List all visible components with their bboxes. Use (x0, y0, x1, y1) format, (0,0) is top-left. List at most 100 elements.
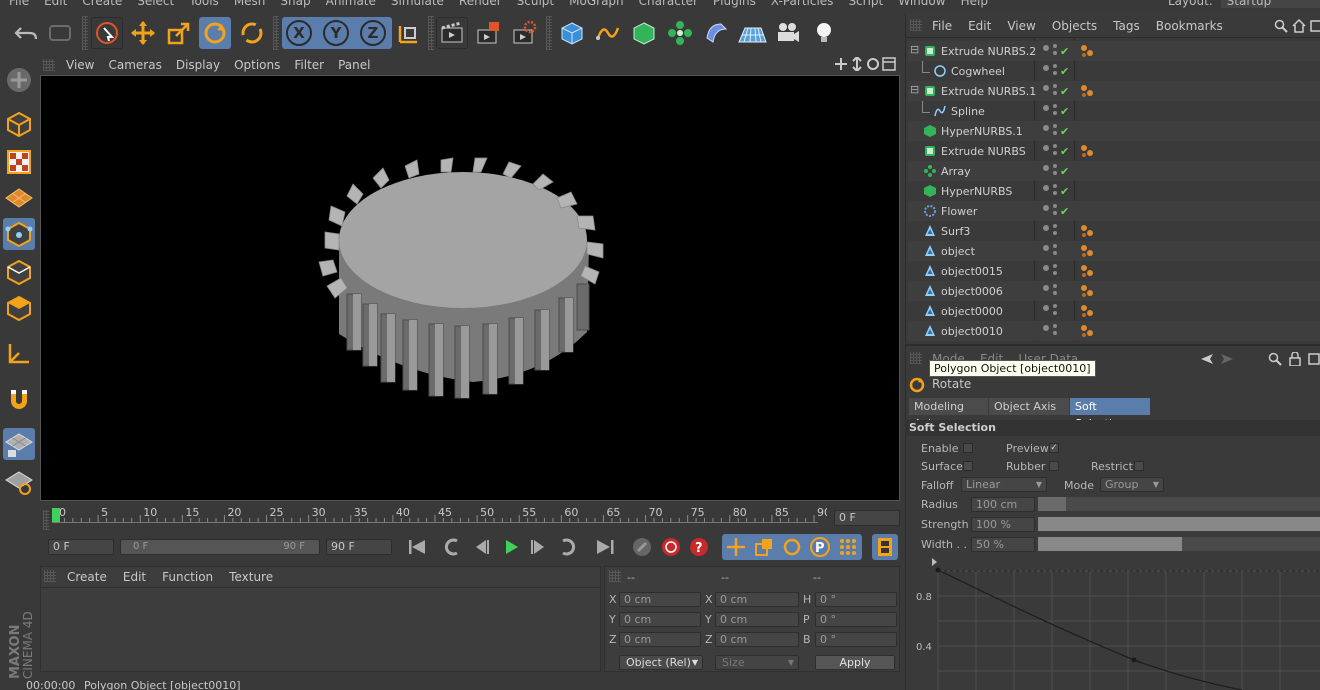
add-mograph-button[interactable] (664, 17, 696, 49)
object-name[interactable]: Extrude NURBS.2 (941, 45, 1036, 58)
forward-arrow-icon[interactable] (1220, 352, 1234, 366)
editor-visibility-dot[interactable] (1043, 225, 1049, 231)
width-slider[interactable] (1038, 537, 1320, 551)
enable-checkbox[interactable] (963, 443, 973, 453)
render-visibility-dot[interactable] (1053, 204, 1057, 208)
render-visibility-dot[interactable] (1053, 71, 1057, 75)
expand-toggle-icon[interactable]: ⊟ (910, 83, 919, 96)
phong-tag-icon[interactable] (1080, 264, 1094, 278)
timeline-ruler[interactable]: 0 5 10 15 20 25 30 35 40 45 50 55 60 65 70 75 80 85 90 (52, 506, 831, 528)
render-visibility-dot[interactable] (1053, 111, 1057, 115)
object-row[interactable]: object0006 (908, 281, 1320, 301)
planar-workplane-button[interactable] (3, 466, 35, 498)
coord-position-field[interactable]: 0 cm (619, 592, 701, 607)
render-visibility-dot[interactable] (1053, 291, 1057, 295)
render-visibility-dot[interactable] (1053, 144, 1057, 148)
om-more-icon[interactable] (1310, 19, 1320, 33)
menu-mograph[interactable]: MoGraph (569, 0, 624, 8)
render-visibility-dot[interactable] (1053, 264, 1057, 268)
axis-mode-button[interactable] (3, 338, 35, 370)
radius-field[interactable]: 100 cm (971, 497, 1035, 512)
rubber-checkbox[interactable] (1049, 461, 1059, 471)
redo-button[interactable] (44, 17, 76, 49)
start-frame-field[interactable]: 0 F (48, 539, 114, 555)
editor-visibility-dot[interactable] (1043, 145, 1049, 151)
menu-mesh[interactable]: Mesh (234, 0, 266, 8)
radius-slider[interactable] (1038, 497, 1320, 511)
phong-tag-icon[interactable] (1080, 304, 1094, 318)
coord-rotation-field[interactable]: 0 ° (815, 612, 897, 627)
om-menu-view[interactable]: View (1007, 19, 1035, 33)
editor-visibility-dot[interactable] (1043, 65, 1049, 71)
layout-selector[interactable]: Layout: Startup (1168, 0, 1320, 8)
object-name[interactable]: HyperNURBS (941, 185, 1012, 198)
workplane-lock-button[interactable] (3, 428, 35, 460)
preview-range-slider[interactable]: 0 F 90 F (120, 539, 320, 555)
parameter-track-button[interactable]: P (807, 534, 833, 560)
material-menu-texture[interactable]: Texture (229, 570, 273, 584)
editor-visibility-dot[interactable] (1043, 325, 1049, 331)
undo-button[interactable] (10, 17, 42, 49)
restrict-checkbox[interactable] (1134, 461, 1144, 471)
phong-tag-icon[interactable] (1080, 144, 1094, 158)
coord-position-field[interactable]: 0 cm (619, 612, 701, 627)
menu-snap[interactable]: Snap (280, 0, 310, 8)
menu-x-particles[interactable]: X-Particles (771, 0, 834, 8)
object-row[interactable]: object0000 (908, 301, 1320, 321)
viewport-menu-options[interactable]: Options (234, 58, 280, 72)
object-name[interactable]: Extrude NURBS (941, 145, 1026, 158)
search-icon[interactable] (1268, 352, 1282, 366)
scale-tool-button[interactable] (163, 17, 195, 49)
render-visibility-dot[interactable] (1053, 304, 1057, 308)
x-axis-lock-button[interactable]: X (283, 17, 315, 49)
menu-help[interactable]: Help (961, 0, 988, 8)
coord-rotation-field[interactable]: 0 ° (815, 632, 897, 647)
render-visibility-dot[interactable] (1053, 331, 1057, 335)
render-picture-viewer-button[interactable] (472, 17, 504, 49)
render-visibility-dot[interactable] (1053, 91, 1057, 95)
object-name[interactable]: Extrude NURBS.1 (941, 85, 1036, 98)
coord-size-field[interactable]: 0 cm (715, 612, 799, 627)
add-floor-button[interactable] (736, 17, 768, 49)
editor-visibility-dot[interactable] (1043, 305, 1049, 311)
end-frame-field[interactable]: 90 F (326, 539, 392, 555)
object-row[interactable]: HyperNURBS ✔ (908, 181, 1320, 201)
tab-modeling-axis[interactable]: Modeling Axis (909, 398, 988, 430)
object-name[interactable]: HyperNURBS.1 (941, 125, 1023, 138)
render-visibility-dot[interactable] (1053, 124, 1057, 128)
object-row[interactable]: Surf3 (908, 221, 1320, 241)
render-visibility-dot[interactable] (1053, 211, 1057, 215)
current-frame-field[interactable]: 0 F (834, 510, 900, 526)
curve-knot-start[interactable] (935, 567, 941, 573)
add-deformer-button[interactable] (700, 17, 732, 49)
polygons-mode-button[interactable] (3, 292, 35, 324)
phong-tag-icon[interactable] (1080, 244, 1094, 258)
editor-visibility-dot[interactable] (1043, 265, 1049, 271)
object-name[interactable]: object0006 (941, 285, 1003, 298)
om-home-icon[interactable] (1292, 18, 1306, 33)
next-key-button[interactable] (554, 534, 580, 560)
enabled-check-icon[interactable]: ✔ (1060, 65, 1069, 78)
enabled-check-icon[interactable]: ✔ (1060, 105, 1069, 118)
playhead[interactable] (52, 508, 60, 522)
render-visibility-dot[interactable] (1053, 311, 1057, 315)
om-search-icon[interactable] (1274, 19, 1288, 33)
maximize-view-icon[interactable] (882, 57, 896, 71)
timeline-window-button[interactable] (872, 534, 898, 560)
curve-knot-mid[interactable] (1131, 657, 1137, 663)
editor-visibility-dot[interactable] (1043, 85, 1049, 91)
render-visibility-dot[interactable] (1053, 44, 1057, 48)
point-level-track-button[interactable] (835, 534, 861, 560)
add-light-button[interactable] (808, 17, 840, 49)
editor-visibility-dot[interactable] (1043, 45, 1049, 51)
workplane-mode-button[interactable] (3, 182, 35, 214)
om-menu-tags[interactable]: Tags (1113, 19, 1140, 33)
object-row[interactable]: HyperNURBS.1 ✔ (908, 121, 1320, 141)
graph-collapse-arrow-icon[interactable] (932, 558, 937, 566)
strength-slider[interactable] (1038, 517, 1320, 531)
render-visibility-dot[interactable] (1053, 104, 1057, 108)
strength-field[interactable]: 100 % (971, 517, 1035, 532)
render-settings-button[interactable] (508, 17, 540, 49)
coord-size-field[interactable]: 0 cm (715, 592, 799, 607)
phong-tag-icon[interactable] (1080, 44, 1094, 58)
